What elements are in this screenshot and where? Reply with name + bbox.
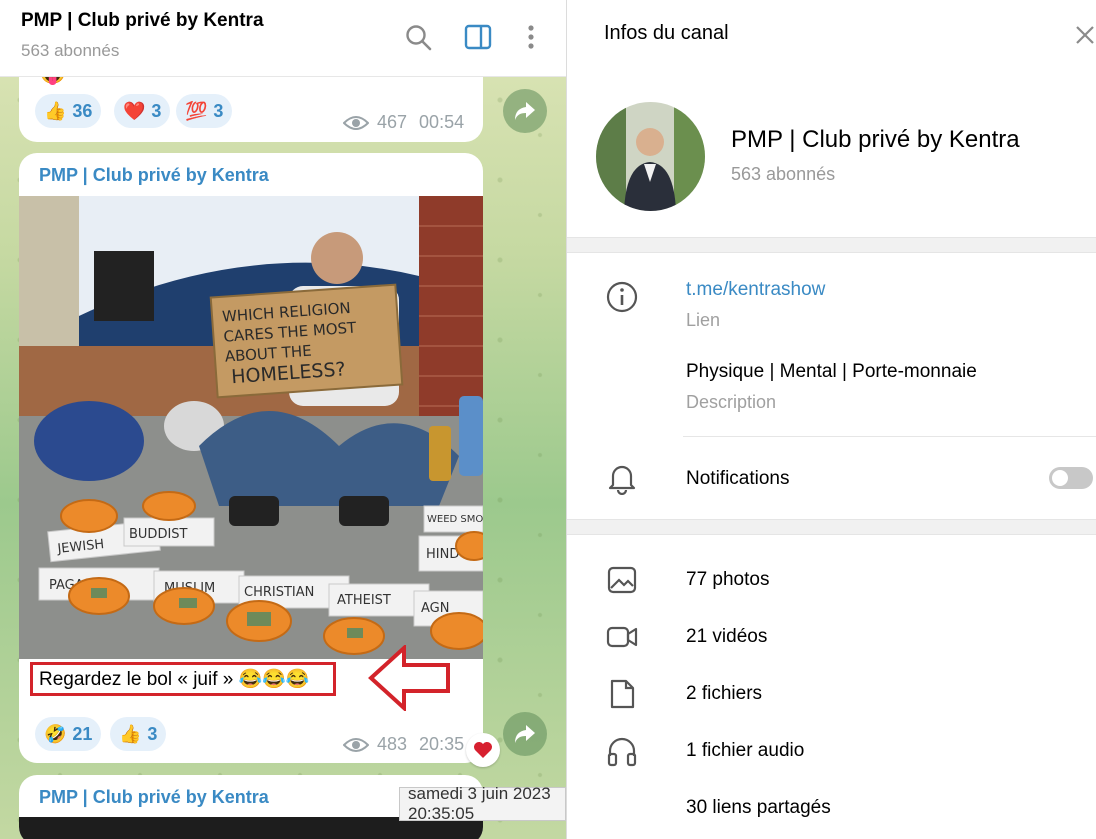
- svg-text:CHRISTIAN: CHRISTIAN: [244, 585, 314, 600]
- reaction-emoji: 🤣: [44, 723, 67, 744]
- reaction-emoji: 👍: [119, 723, 142, 744]
- channel-description: Physique | Mental | Porte-monnaie: [686, 361, 977, 382]
- media-videos[interactable]: 21 vidéos: [686, 626, 767, 648]
- svg-text:BUDDIST: BUDDIST: [129, 527, 188, 542]
- timestamp-tooltip: samedi 3 juin 2023 20:35:05: [399, 784, 566, 823]
- video-icon: [606, 626, 638, 648]
- heart-icon: [474, 742, 492, 758]
- toggle-knob: [1052, 470, 1068, 486]
- share-arrow-icon: [515, 725, 535, 743]
- message-caption: Regardez le bol « juif » 😂😂😂: [39, 669, 310, 690]
- reaction-emoji: 👍: [44, 100, 67, 121]
- channel-avatar[interactable]: [596, 102, 705, 211]
- bell-icon: [608, 465, 636, 495]
- chat-header[interactable]: PMP | Club privé by Kentra 563 abonnés: [0, 0, 566, 77]
- svg-text:WEED SMOKER: WEED SMOKER: [427, 514, 483, 525]
- message-sender[interactable]: PMP | Club privé by Kentra: [39, 787, 269, 808]
- reaction-hundred[interactable]: 💯 3: [176, 94, 233, 128]
- reaction-count: 36: [72, 100, 93, 121]
- reaction-count: 3: [213, 100, 224, 121]
- photo-icon: [607, 566, 637, 594]
- channel-subscribers: 563 abonnés: [731, 164, 836, 184]
- panel-title: Infos du canal: [604, 22, 729, 44]
- search-icon[interactable]: [403, 22, 433, 52]
- headphones-icon: [607, 737, 637, 767]
- avatar-image: [596, 102, 705, 211]
- channel-description-label: Description: [686, 392, 777, 412]
- annotation-arrow-icon: [368, 645, 450, 711]
- message-photo[interactable]: WHICH RELIGION CARES THE MOST ABOUT THE …: [19, 196, 483, 659]
- channel-link-label: Lien: [686, 310, 721, 330]
- channel-info-panel: Infos du canal PMP | Club privé by Kentr…: [566, 0, 1096, 839]
- message-time: 20:35: [419, 734, 465, 754]
- section-separator: [567, 237, 1096, 253]
- close-icon[interactable]: [1072, 22, 1096, 48]
- media-photos[interactable]: 77 photos: [686, 569, 769, 591]
- view-count: 483: [377, 734, 408, 754]
- section-separator: [567, 519, 1096, 535]
- reaction-count: 3: [147, 723, 158, 744]
- notifications-toggle[interactable]: [1049, 467, 1093, 489]
- media-links[interactable]: 30 liens partagés: [686, 797, 831, 819]
- channel-link[interactable]: t.me/kentrashow: [686, 279, 825, 301]
- message-meta: 483 20:35: [343, 734, 464, 755]
- reaction-heart[interactable]: ❤️ 3: [114, 94, 171, 128]
- eye-icon: [343, 737, 369, 752]
- svg-text:ATHEIST: ATHEIST: [337, 593, 391, 608]
- reaction-count: 21: [72, 723, 93, 744]
- sidebar-toggle-icon[interactable]: [463, 22, 493, 52]
- share-button[interactable]: [503, 89, 547, 133]
- file-icon: [610, 679, 635, 709]
- info-icon: [606, 281, 638, 313]
- reaction-count: 3: [151, 100, 162, 121]
- chat-area: PMP | Club privé by Kentra 563 abonnés 😜…: [0, 0, 566, 839]
- more-menu-icon[interactable]: [516, 22, 546, 52]
- svg-text:AGN: AGN: [421, 601, 449, 616]
- divider: [683, 436, 1096, 437]
- notifications-label: Notifications: [686, 468, 790, 489]
- message-time: 00:54: [419, 112, 465, 132]
- reaction-thumbs-up[interactable]: 👍 3: [110, 717, 167, 751]
- message-sender[interactable]: PMP | Club privé by Kentra: [39, 165, 269, 186]
- heart-reaction-badge[interactable]: [466, 733, 500, 767]
- media-files[interactable]: 2 fichiers: [686, 683, 762, 705]
- chat-subtitle: 563 abonnés: [21, 41, 120, 60]
- media-audio[interactable]: 1 fichier audio: [686, 740, 804, 762]
- share-button[interactable]: [503, 712, 547, 756]
- channel-name: PMP | Club privé by Kentra: [731, 126, 1020, 153]
- photo-homeless-man-bowls: WHICH RELIGION CARES THE MOST ABOUT THE …: [19, 196, 483, 659]
- reaction-rofl[interactable]: 🤣 21: [35, 717, 102, 751]
- chat-title[interactable]: PMP | Club privé by Kentra: [21, 10, 264, 32]
- reaction-emoji: ❤️: [123, 100, 146, 121]
- message-meta: 467 00:54: [343, 112, 464, 133]
- share-arrow-icon: [515, 102, 535, 120]
- view-count: 467: [377, 112, 408, 132]
- eye-icon: [343, 115, 369, 130]
- reaction-thumbs-up[interactable]: 👍 36: [35, 94, 102, 128]
- reaction-emoji: 💯: [185, 100, 208, 121]
